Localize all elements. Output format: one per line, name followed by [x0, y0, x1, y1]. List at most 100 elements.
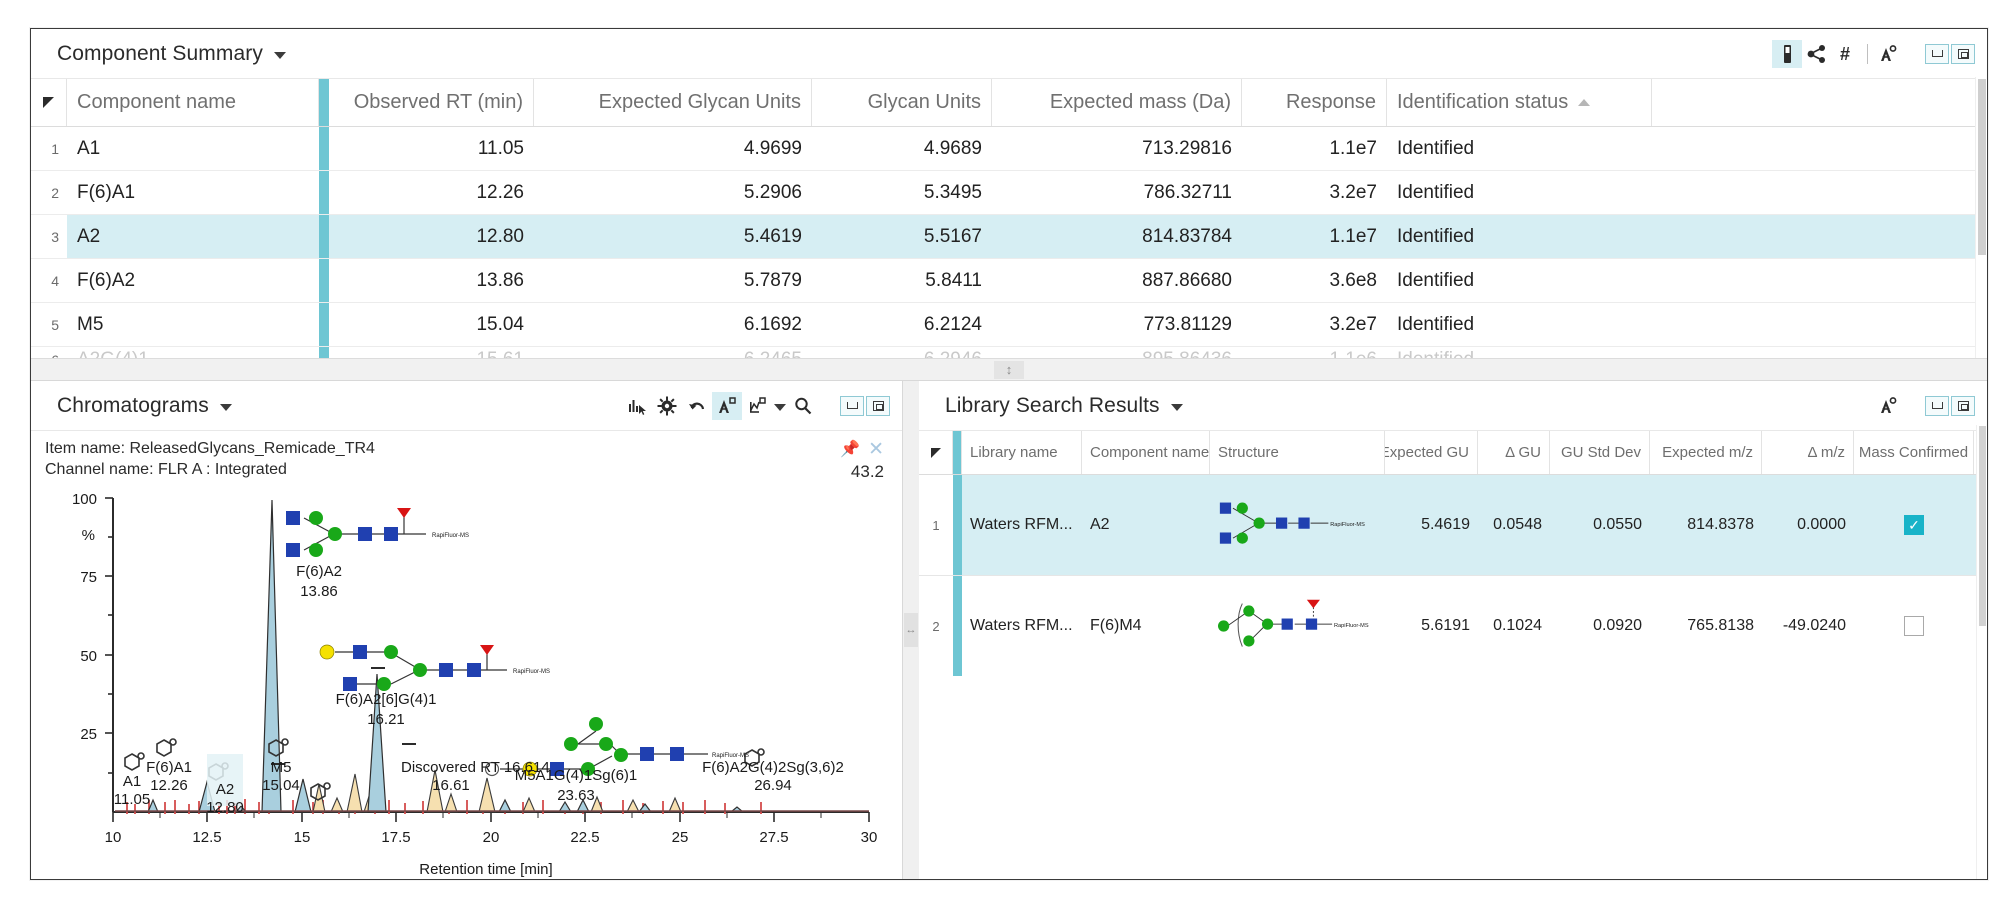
- pin-icon[interactable]: 📌: [840, 439, 860, 460]
- chart-type-icon[interactable]: [742, 392, 772, 420]
- svg-text:RapiFluor-MS: RapiFluor-MS: [432, 533, 469, 539]
- chromatogram-info: Item name: ReleasedGlycans_Remicade_TR4 …: [31, 431, 902, 482]
- column-filter-icon[interactable]: [1772, 39, 1802, 68]
- vertical-splitter[interactable]: ↔: [903, 381, 919, 879]
- minimize-button[interactable]: [840, 395, 864, 416]
- chromatograms-title: Chromatograms: [57, 393, 209, 417]
- gear-icon[interactable]: [652, 392, 682, 420]
- row-number: 3: [31, 215, 67, 258]
- chevron-down-icon[interactable]: [273, 52, 286, 59]
- chevron-down-icon[interactable]: [219, 404, 232, 411]
- cell-observed-rt: 15.04: [476, 313, 524, 335]
- component-summary-title: Component Summary: [57, 41, 263, 65]
- col-expected-mass[interactable]: Expected mass (Da): [992, 79, 1242, 126]
- zoom-search-icon[interactable]: [788, 392, 818, 420]
- table-row[interactable]: 1 A1 11.05 4.9699 4.9689 713.29816 1.1e7…: [31, 127, 1987, 171]
- svg-text:75: 75: [80, 569, 97, 586]
- col-library-name[interactable]: Library name: [962, 431, 1082, 474]
- table-row[interactable]: 2 F(6)A1 12.26 5.2906 5.3495 786.32711 3…: [31, 171, 1987, 215]
- cell-observed-rt: 11.05: [477, 137, 524, 159]
- svg-text:15.04: 15.04: [262, 777, 300, 794]
- cell-gu-std-dev: 0.0920: [1593, 617, 1642, 634]
- minimize-button[interactable]: [1925, 43, 1949, 64]
- splitter-grip-icon[interactable]: ↔: [904, 613, 918, 647]
- person-gear-icon[interactable]: [1873, 40, 1903, 68]
- restore-button[interactable]: [866, 395, 890, 416]
- cell-mass-confirmed: [1854, 576, 1974, 676]
- svg-text:A1: A1: [123, 773, 141, 790]
- cell-delta-gu: 0.1024: [1493, 617, 1542, 634]
- table-row[interactable]: 4 F(6)A2 13.86 5.7879 5.8411 887.86680 3…: [31, 259, 1987, 303]
- chromatogram-plot[interactable]: 100 75 50 25 % 10 12.5 15 17.5 20 22.5 2…: [31, 482, 903, 892]
- horizontal-splitter[interactable]: ↕: [31, 358, 1987, 380]
- table-row[interactable]: 5 M5 15.04 6.1692 6.2124 773.81129 3.2e7…: [31, 303, 1987, 347]
- restore-button[interactable]: [1951, 395, 1975, 416]
- col-component-name[interactable]: Component name: [1082, 431, 1210, 474]
- col-observed-rt[interactable]: Observed RT (min): [329, 79, 534, 126]
- col-gu-std-dev[interactable]: GU Std Dev: [1550, 431, 1650, 474]
- mass-confirmed-checkbox[interactable]: [1904, 616, 1924, 636]
- annotate-icon[interactable]: [712, 391, 742, 420]
- cell-delta-mz: 0.0000: [1797, 516, 1846, 533]
- col-identification-status[interactable]: Identification status: [1387, 79, 1652, 126]
- hash-icon[interactable]: #: [1832, 40, 1862, 68]
- component-summary-toolbar: #: [1772, 39, 1903, 68]
- share-icon[interactable]: [1802, 40, 1832, 68]
- cell-expected-glycan-units: 5.2906: [743, 181, 802, 203]
- library-search-results-panel: Library Search Results Library name Comp…: [919, 381, 1987, 879]
- peak-detect-icon[interactable]: [622, 392, 652, 420]
- cell-response: 3.6e8: [1329, 269, 1377, 291]
- col-mass-confirmed[interactable]: Mass Confirmed: [1854, 431, 1974, 474]
- col-glycan-units[interactable]: Glycan Units: [812, 79, 992, 126]
- chevron-down-icon[interactable]: [1170, 404, 1183, 411]
- row-number: 1: [51, 140, 59, 157]
- col-expected-mz[interactable]: Expected m/z: [1650, 431, 1762, 474]
- col-delta-gu[interactable]: Δ GU: [1478, 431, 1550, 474]
- table-row[interactable]: 2 Waters RFM... F(6)M4 RapiFluor-MS 5.61…: [919, 576, 1987, 676]
- cell-response: 3.2e7: [1329, 313, 1377, 335]
- svg-text:F(6)A2[6]G(4)1: F(6)A2[6]G(4)1: [336, 691, 437, 708]
- col-structure[interactable]: Structure: [1210, 431, 1385, 474]
- scrollbar-thumb[interactable]: [1978, 79, 1986, 255]
- sort-ascending-icon: [1578, 99, 1591, 106]
- col-response[interactable]: Response: [1242, 79, 1387, 126]
- component-summary-window-buttons: [1925, 43, 1975, 64]
- chromatograms-window-buttons: [840, 395, 890, 416]
- collapse-all-toggle[interactable]: [919, 431, 953, 474]
- cell-expected-glycan-units: 4.9699: [743, 137, 802, 159]
- person-gear-icon[interactable]: [1873, 392, 1903, 420]
- svg-text:13.86: 13.86: [300, 583, 338, 600]
- svg-text:12.5: 12.5: [192, 829, 221, 846]
- collapse-all-toggle[interactable]: [31, 79, 67, 126]
- cell-expected-glycan-units: 6.1692: [743, 313, 802, 335]
- splitter-grip-icon[interactable]: ↕: [994, 360, 1024, 379]
- col-component-name[interactable]: Component name: [67, 79, 319, 126]
- scrollbar-thumb[interactable]: [1979, 426, 1986, 626]
- cell-mass-confirmed: ✓: [1854, 475, 1974, 575]
- grid-header-row: Component name Observed RT (min) Expecte…: [31, 79, 1987, 127]
- col-delta-mz[interactable]: Δ m/z: [1762, 431, 1854, 474]
- library-search-header: Library Search Results: [919, 381, 1987, 431]
- close-icon[interactable]: ✕: [868, 437, 884, 462]
- undo-icon[interactable]: [682, 392, 712, 420]
- mass-confirmed-checkbox[interactable]: ✓: [1904, 515, 1924, 535]
- cell-response: 1.1e7: [1329, 225, 1377, 247]
- library-search-vertical-scrollbar[interactable]: [1976, 425, 1987, 879]
- svg-text:20: 20: [483, 829, 500, 846]
- svg-text:Retention time [min]: Retention time [min]: [419, 861, 552, 878]
- table-row[interactable]: 1 Waters RFM... A2 RapiFluor-MS 5.4619 0…: [919, 475, 1987, 575]
- cell-component-name: A2: [1090, 516, 1110, 533]
- row-number: 5: [51, 316, 59, 333]
- table-row[interactable]: 3 A2 12.80 5.4619 5.5167 814.83784 1.1e7…: [31, 215, 1987, 259]
- cell-observed-rt: 13.86: [476, 269, 524, 291]
- col-identification-status-label: Identification status: [1397, 91, 1569, 113]
- cell-observed-rt: 12.26: [476, 181, 524, 203]
- minimize-button[interactable]: [1925, 395, 1949, 416]
- component-summary-vertical-scrollbar[interactable]: [1975, 77, 1987, 358]
- col-expected-gu[interactable]: Expected GU: [1385, 431, 1478, 474]
- col-expected-glycan-units[interactable]: Expected Glycan Units: [534, 79, 812, 126]
- svg-text:22.5: 22.5: [570, 829, 599, 846]
- chart-type-dropdown-icon[interactable]: [772, 392, 788, 420]
- cell-glycan-units: 5.8411: [925, 269, 982, 291]
- restore-button[interactable]: [1951, 43, 1975, 64]
